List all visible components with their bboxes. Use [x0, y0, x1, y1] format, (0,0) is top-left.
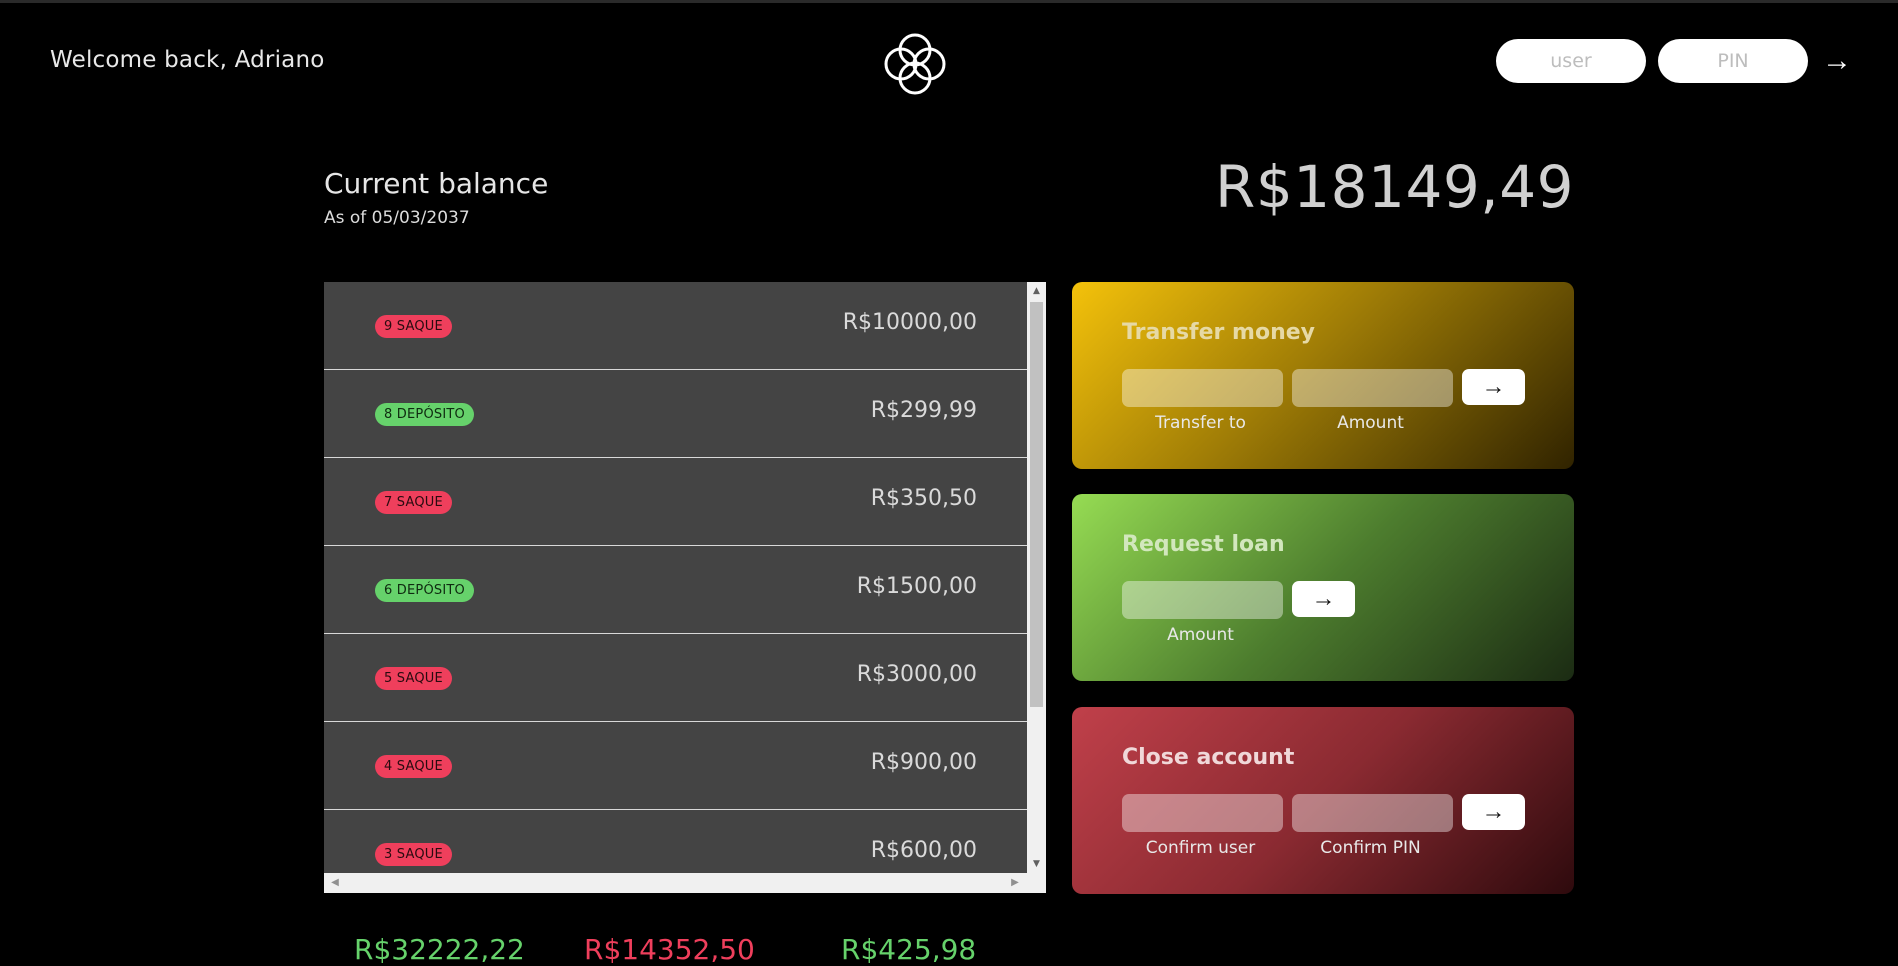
movement-row: 5 SAQUE R$3000,00 [324, 634, 1027, 722]
close-submit-button[interactable]: → [1462, 794, 1525, 830]
balance-label: Current balance [324, 167, 549, 200]
close-pin-input[interactable] [1292, 794, 1453, 832]
scrollbar-thumb[interactable] [1030, 302, 1043, 707]
movement-type-badge: 3 SAQUE [375, 843, 452, 866]
welcome-message: Welcome back, Adriano [50, 47, 325, 73]
loan-amount-input[interactable] [1122, 581, 1283, 619]
loan-title: Request loan [1122, 532, 1285, 557]
movement-value: R$3000,00 [856, 662, 977, 687]
balance-date: As of 05/03/2037 [324, 208, 470, 228]
summary-out-value: R$14352,50 [584, 933, 755, 966]
movement-type-badge: 8 DEPÓSITO [375, 403, 474, 426]
transfer-to-label: Transfer to [1155, 413, 1246, 433]
scroll-down-icon[interactable]: ▼ [1027, 855, 1046, 873]
movement-type-badge: 5 SAQUE [375, 667, 452, 690]
movements-list: 9 SAQUE R$10000,00 8 DEPÓSITO R$299,99 7… [324, 282, 1027, 873]
vertical-scrollbar[interactable]: ▲ ▼ [1027, 282, 1046, 873]
login-form: → [1496, 39, 1852, 83]
transfer-card: Transfer money → Transfer to Amount [1072, 282, 1574, 469]
scroll-right-icon[interactable]: ▶ [1006, 873, 1024, 893]
movement-type-badge: 6 DEPÓSITO [375, 579, 474, 602]
movement-type-badge: 7 SAQUE [375, 491, 452, 514]
close-user-input[interactable] [1122, 794, 1283, 832]
movement-row: 3 SAQUE R$600,00 [324, 810, 1027, 873]
summary-in-value: R$32222,22 [354, 933, 525, 966]
close-title: Close account [1122, 745, 1295, 770]
transfer-title: Transfer money [1122, 320, 1316, 345]
scroll-up-icon[interactable]: ▲ [1027, 282, 1046, 300]
balance-value: R$18149,49 [1215, 153, 1574, 221]
movement-value: R$600,00 [870, 838, 977, 863]
close-pin-label: Confirm PIN [1320, 838, 1421, 858]
movement-row: 8 DEPÓSITO R$299,99 [324, 370, 1027, 458]
movement-value: R$299,99 [870, 398, 977, 423]
close-account-card: Close account → Confirm user Confirm PIN [1072, 707, 1574, 894]
transfer-amount-input[interactable] [1292, 369, 1453, 407]
logo-icon [884, 33, 946, 95]
login-pin-input[interactable] [1658, 39, 1808, 83]
movement-value: R$350,50 [870, 486, 977, 511]
loan-card: Request loan → Amount [1072, 494, 1574, 681]
horizontal-scrollbar[interactable]: ◀ ▶ [324, 873, 1046, 893]
movement-type-badge: 9 SAQUE [375, 315, 452, 338]
transfer-submit-button[interactable]: → [1462, 369, 1525, 405]
login-button[interactable]: → [1822, 46, 1852, 76]
login-user-input[interactable] [1496, 39, 1646, 83]
movement-row: 4 SAQUE R$900,00 [324, 722, 1027, 810]
loan-amount-label: Amount [1167, 625, 1234, 645]
movement-row: 9 SAQUE R$10000,00 [324, 282, 1027, 370]
scroll-left-icon[interactable]: ◀ [326, 873, 344, 893]
movement-value: R$10000,00 [842, 310, 977, 335]
movement-row: 6 DEPÓSITO R$1500,00 [324, 546, 1027, 634]
movement-row: 7 SAQUE R$350,50 [324, 458, 1027, 546]
movement-value: R$1500,00 [856, 574, 977, 599]
top-nav: Welcome back, Adriano → [0, 3, 1898, 123]
summary-interest-value: R$425,98 [841, 933, 977, 966]
movement-value: R$900,00 [870, 750, 977, 775]
loan-submit-button[interactable]: → [1292, 581, 1355, 617]
movements-panel[interactable]: 9 SAQUE R$10000,00 8 DEPÓSITO R$299,99 7… [324, 282, 1046, 893]
transfer-to-input[interactable] [1122, 369, 1283, 407]
close-user-label: Confirm user [1145, 838, 1256, 858]
movement-type-badge: 4 SAQUE [375, 755, 452, 778]
transfer-amount-label: Amount [1337, 413, 1404, 433]
